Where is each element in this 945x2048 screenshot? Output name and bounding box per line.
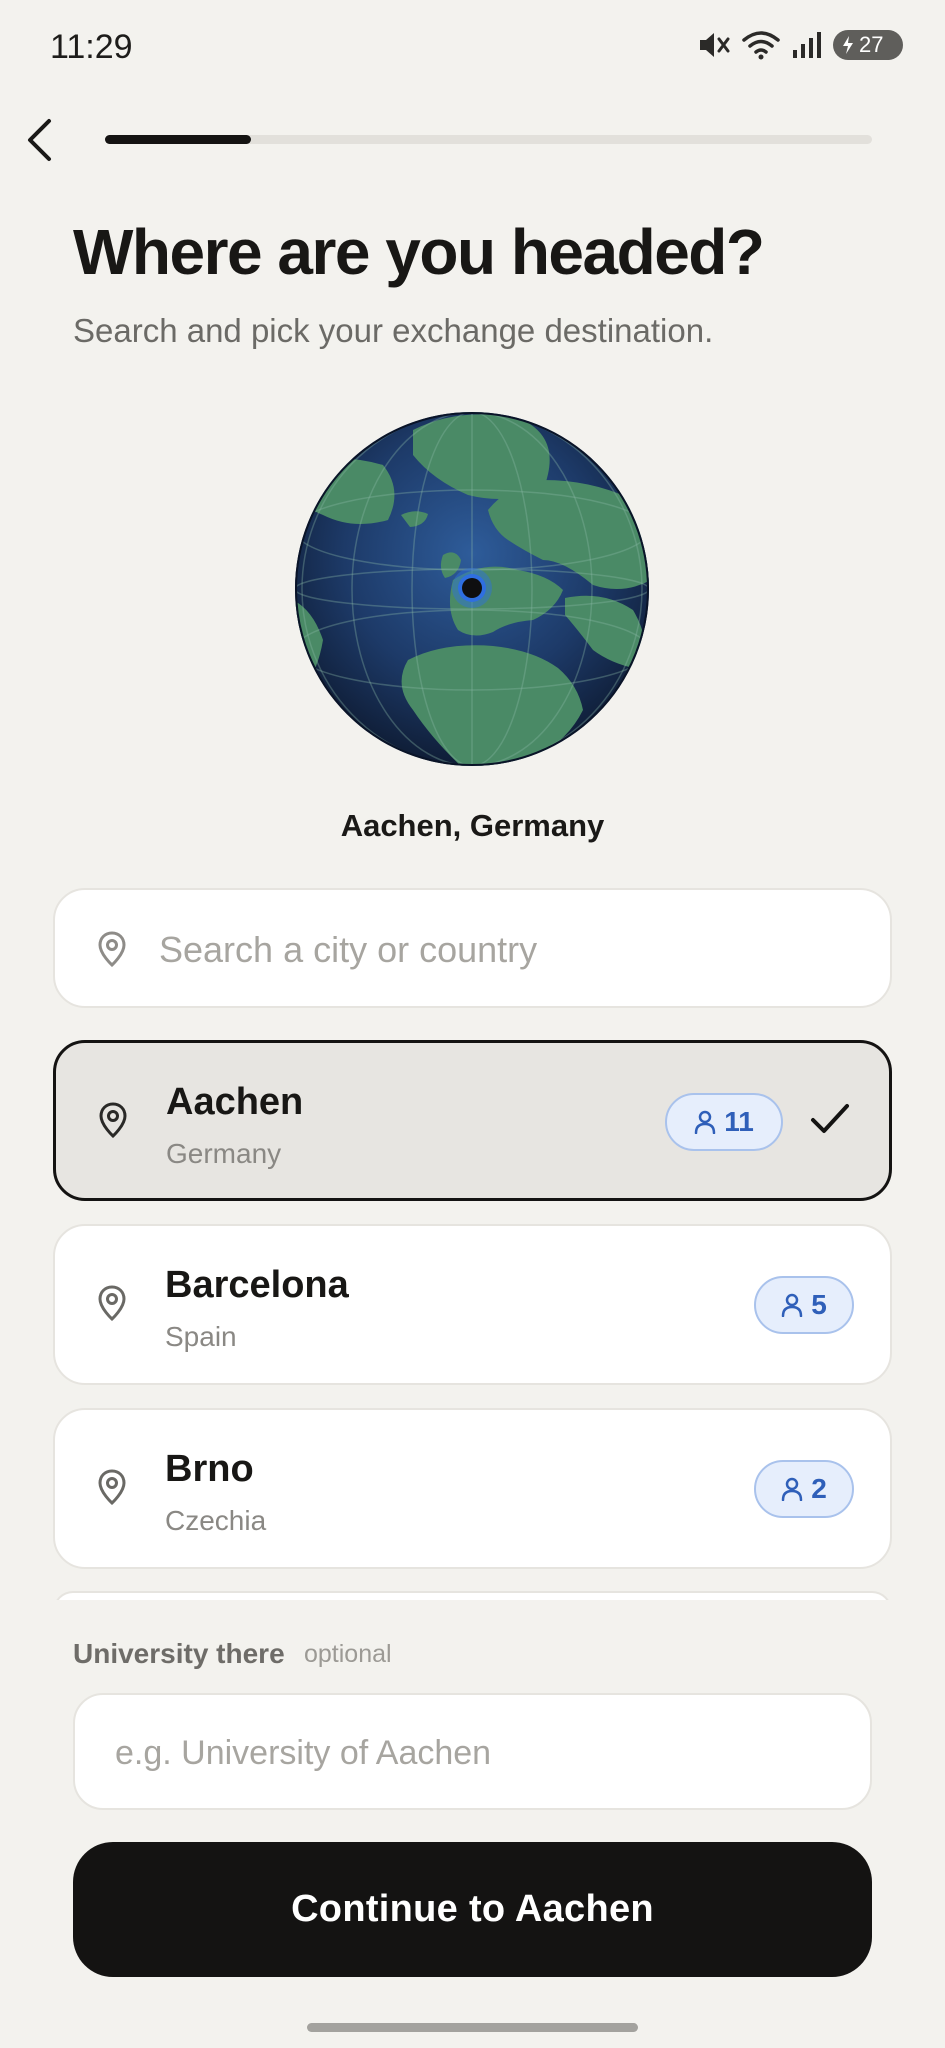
optional-hint: optional: [304, 1640, 392, 1668]
person-icon: [694, 1110, 716, 1134]
student-count: 2: [811, 1473, 827, 1504]
university-input[interactable]: [115, 1723, 835, 1783]
chevron-left-icon: [28, 119, 51, 161]
person-icon: [781, 1293, 803, 1317]
city-name: Brno: [165, 1448, 254, 1490]
city-option-brno[interactable]: Brno Czechia 2: [53, 1408, 892, 1569]
continue-button[interactable]: Continue to Aachen: [73, 1842, 872, 1977]
city-option-barcelona[interactable]: Barcelona Spain 5: [53, 1224, 892, 1385]
status-icons: 27: [697, 30, 903, 60]
progress-bar: [105, 135, 872, 144]
student-count-badge: 5: [754, 1276, 854, 1334]
battery-icon: 27: [833, 30, 903, 60]
search-box[interactable]: [53, 888, 892, 1008]
page-title: Where are you headed?: [73, 216, 765, 288]
city-country: Germany: [166, 1138, 282, 1169]
location-pin-icon: [98, 1101, 128, 1144]
list-fade: [0, 1600, 945, 1630]
student-count: 5: [811, 1289, 827, 1320]
student-count-badge: 11: [665, 1093, 783, 1151]
location-pin-icon: [97, 1468, 127, 1511]
wifi-icon: [741, 30, 781, 60]
destination-screen: 11:29 27 Where are you headed? Search an…: [0, 0, 945, 2048]
student-count: 11: [724, 1106, 754, 1137]
university-label: University there: [73, 1638, 285, 1669]
person-icon: [781, 1477, 803, 1501]
city-name: Aachen: [166, 1081, 304, 1123]
home-indicator[interactable]: [307, 2023, 638, 2032]
mute-icon: [697, 30, 731, 60]
signal-icon: [791, 30, 823, 60]
location-pin-icon: [97, 930, 127, 973]
city-name: Barcelona: [165, 1264, 349, 1306]
selected-destination-label: Aachen, Germany: [340, 808, 605, 843]
city-country: Spain: [165, 1321, 237, 1352]
progress-fill: [105, 135, 251, 144]
checkmark-icon: [809, 1101, 851, 1142]
student-count-badge: 2: [754, 1460, 854, 1518]
battery-level: 27: [859, 32, 884, 57]
search-input[interactable]: [159, 920, 859, 980]
city-country: Czechia: [165, 1505, 267, 1536]
page-subtitle: Search and pick your exchange destinatio…: [73, 312, 714, 349]
location-pin-icon: [97, 1284, 127, 1327]
globe[interactable]: [293, 410, 651, 768]
status-time: 11:29: [50, 28, 133, 66]
city-option-aachen[interactable]: Aachen Germany 11: [53, 1040, 892, 1201]
back-button[interactable]: [12, 110, 68, 170]
globe-marker: [452, 568, 492, 608]
university-field[interactable]: [73, 1693, 872, 1810]
